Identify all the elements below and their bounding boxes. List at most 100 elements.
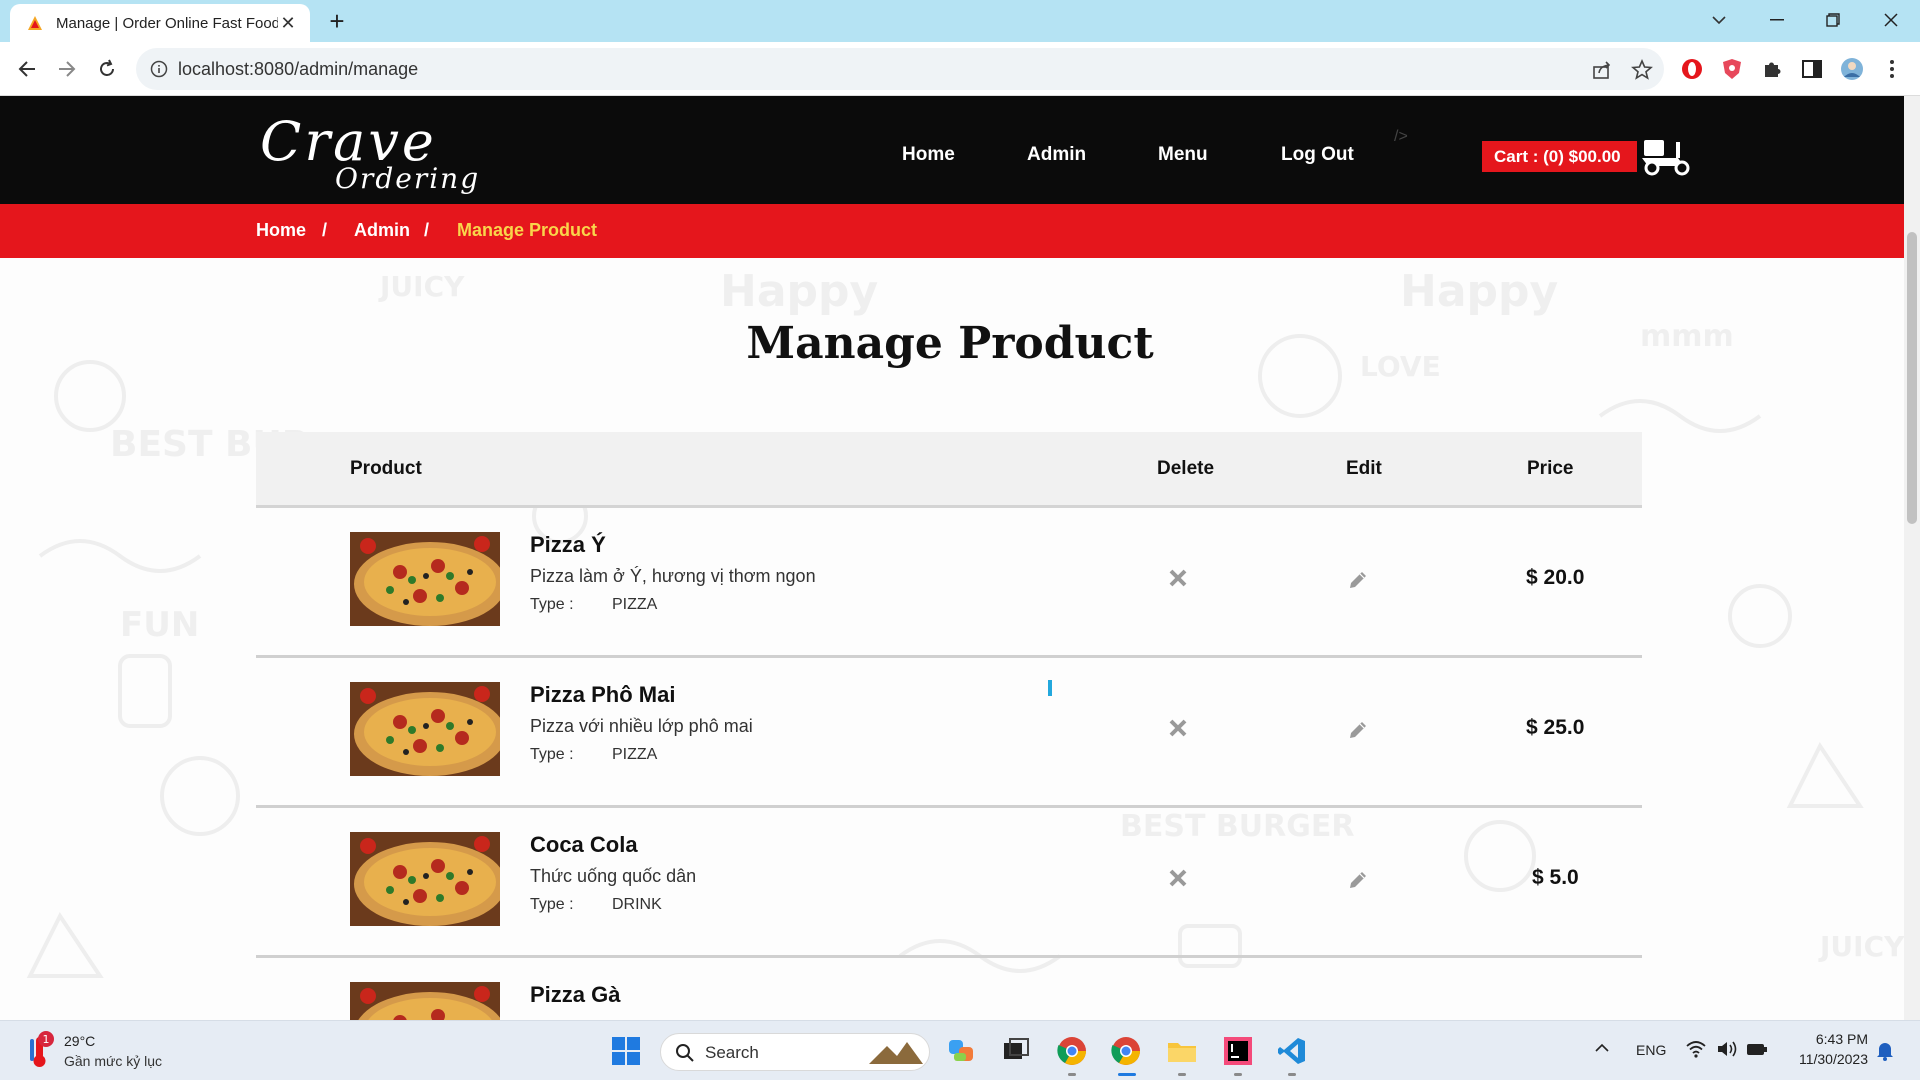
product-image[interactable]: [350, 532, 500, 626]
weather-description[interactable]: Gần mức kỷ lục: [64, 1053, 162, 1069]
breadcrumb-current: Manage Product: [457, 220, 598, 240]
product-description: Thức uống quốc dân: [530, 866, 697, 886]
nav-home[interactable]: Home: [902, 144, 955, 166]
product-description: Pizza làm ở Ý, hương vị thơm ngon: [530, 566, 816, 586]
browser-tab[interactable]: Manage | Order Online Fast Food ✕: [10, 4, 310, 42]
wifi-icon[interactable]: [1686, 1040, 1706, 1058]
running-indicator: [1234, 1073, 1242, 1076]
tab-search-chevron-icon[interactable]: [1692, 0, 1746, 40]
tab-close-icon[interactable]: ✕: [278, 13, 298, 34]
edit-pencil-icon[interactable]: [1347, 718, 1369, 740]
table-row: Pizza Ý Pizza làm ở Ý, hương vị thơm ngo…: [256, 508, 1642, 658]
weather-thermometer-icon[interactable]: 1: [26, 1031, 56, 1069]
volume-icon[interactable]: [1716, 1040, 1738, 1058]
tray-chevron-up-icon[interactable]: [1594, 1043, 1610, 1053]
browser-menu-icon[interactable]: [1880, 57, 1904, 81]
running-indicator: [1288, 1073, 1296, 1076]
browser-tab-bar: Manage | Order Online Fast Food ✕ +: [0, 0, 1920, 42]
taskbar-search[interactable]: Search: [660, 1033, 930, 1071]
tab-title: Manage | Order Online Fast Food: [56, 14, 278, 32]
web-page: Happy Happy mmm BEST BUR BEST BURGER JUI…: [0, 96, 1904, 1020]
table-row: Coca Cola Thức uống quốc dân Type : DRIN…: [256, 808, 1642, 958]
site-favicon-icon: [28, 16, 42, 30]
product-image[interactable]: [350, 682, 500, 776]
scrollbar-thumb[interactable]: [1907, 232, 1917, 524]
chrome-icon[interactable]: [1056, 1035, 1088, 1067]
cart-button[interactable]: Cart : (0) $00.00: [1482, 141, 1637, 172]
weather-temperature[interactable]: 29°C: [64, 1033, 95, 1049]
language-indicator[interactable]: ENG: [1636, 1042, 1666, 1058]
product-type-label: Type :: [530, 596, 574, 613]
breadcrumb: Home / Admin / Manage Product: [0, 204, 1904, 258]
logo-ordering[interactable]: Ordering: [335, 162, 480, 195]
restore-icon[interactable]: [1806, 0, 1860, 40]
product-description: Pizza với nhiều lớp phô mai: [530, 716, 753, 736]
file-explorer-icon[interactable]: [1166, 1035, 1198, 1067]
opera-extension-icon[interactable]: [1680, 57, 1704, 81]
column-header-price: Price: [1527, 458, 1574, 479]
weather-badge-count: 1: [43, 1033, 50, 1046]
product-image[interactable]: [350, 832, 500, 926]
battery-icon[interactable]: [1746, 1041, 1768, 1057]
site-header: Crave Ordering Home Admin Menu Log Out /…: [0, 96, 1904, 208]
running-indicator: [1068, 1073, 1076, 1076]
edit-pencil-icon[interactable]: [1347, 868, 1369, 890]
chrome-active-icon[interactable]: [1110, 1035, 1142, 1067]
profile-avatar-icon[interactable]: [1840, 57, 1864, 81]
product-name: Pizza Phô Mai: [530, 682, 676, 707]
bookmark-star-icon[interactable]: [1630, 58, 1654, 82]
product-type-label: Type :: [530, 746, 574, 763]
windows-taskbar: 1 29°C Gần mức kỷ lục Search ENG 6:43 PM…: [0, 1020, 1920, 1080]
notification-bell-icon[interactable]: [1876, 1041, 1894, 1061]
delivery-scooter-icon[interactable]: [1638, 136, 1694, 176]
table-row: Pizza Gà: [256, 958, 1642, 1020]
new-tab-icon[interactable]: +: [322, 6, 352, 36]
column-header-edit: Edit: [1346, 458, 1382, 479]
breadcrumb-home[interactable]: Home: [256, 220, 306, 241]
delete-x-icon[interactable]: [1168, 568, 1188, 588]
shield-extension-icon[interactable]: [1720, 57, 1744, 81]
clock-time[interactable]: 6:43 PM: [1776, 1031, 1868, 1047]
product-image[interactable]: [350, 982, 500, 1020]
nav-stray-text: />: [1394, 128, 1408, 145]
forward-arrow-icon[interactable]: [52, 54, 82, 84]
back-arrow-icon[interactable]: [12, 54, 42, 84]
search-label: Search: [705, 1043, 759, 1062]
reload-icon[interactable]: [92, 54, 122, 84]
product-price: $ 25.0: [1526, 716, 1585, 739]
svg-text:JUICY: JUICY: [1818, 930, 1904, 963]
windows-start-icon[interactable]: [610, 1035, 642, 1067]
edit-pencil-icon[interactable]: [1347, 568, 1369, 590]
delete-x-icon[interactable]: [1168, 718, 1188, 738]
product-type-label: Type :: [530, 896, 574, 913]
copilot-icon[interactable]: [946, 1035, 978, 1067]
breadcrumb-admin[interactable]: Admin: [354, 220, 410, 241]
address-bar[interactable]: localhost:8080/admin/manage: [136, 48, 1664, 90]
page-scrollbar[interactable]: [1904, 96, 1920, 1020]
extensions-puzzle-icon[interactable]: [1760, 57, 1784, 81]
nav-admin[interactable]: Admin: [1027, 144, 1086, 166]
nav-logout[interactable]: Log Out: [1281, 144, 1354, 166]
intellij-icon[interactable]: [1222, 1035, 1254, 1067]
minimize-icon[interactable]: [1750, 0, 1804, 40]
close-window-icon[interactable]: [1864, 0, 1918, 40]
product-price: $ 20.0: [1526, 566, 1585, 589]
url-text[interactable]: localhost:8080/admin/manage: [178, 59, 418, 80]
column-header-delete: Delete: [1157, 458, 1215, 479]
svg-text:Happy: Happy: [720, 266, 878, 317]
delete-x-icon[interactable]: [1168, 868, 1188, 888]
column-header-product: Product: [350, 458, 422, 479]
search-highlight-icon: [869, 1042, 923, 1064]
clock-date[interactable]: 11/30/2023: [1776, 1051, 1868, 1067]
text-cursor: [1048, 680, 1052, 696]
side-panel-icon[interactable]: [1800, 57, 1824, 81]
site-info-icon[interactable]: [150, 60, 168, 78]
table-header: Product Delete Edit Price: [256, 432, 1642, 508]
share-icon[interactable]: [1590, 58, 1614, 82]
breadcrumb-separator: /: [322, 220, 328, 240]
task-view-icon[interactable]: [1000, 1035, 1032, 1067]
vscode-icon[interactable]: [1276, 1035, 1308, 1067]
nav-menu[interactable]: Menu: [1158, 144, 1208, 166]
svg-text:Happy: Happy: [1400, 266, 1558, 317]
table-row: Pizza Phô Mai Pizza với nhiều lớp phô ma…: [256, 658, 1642, 808]
